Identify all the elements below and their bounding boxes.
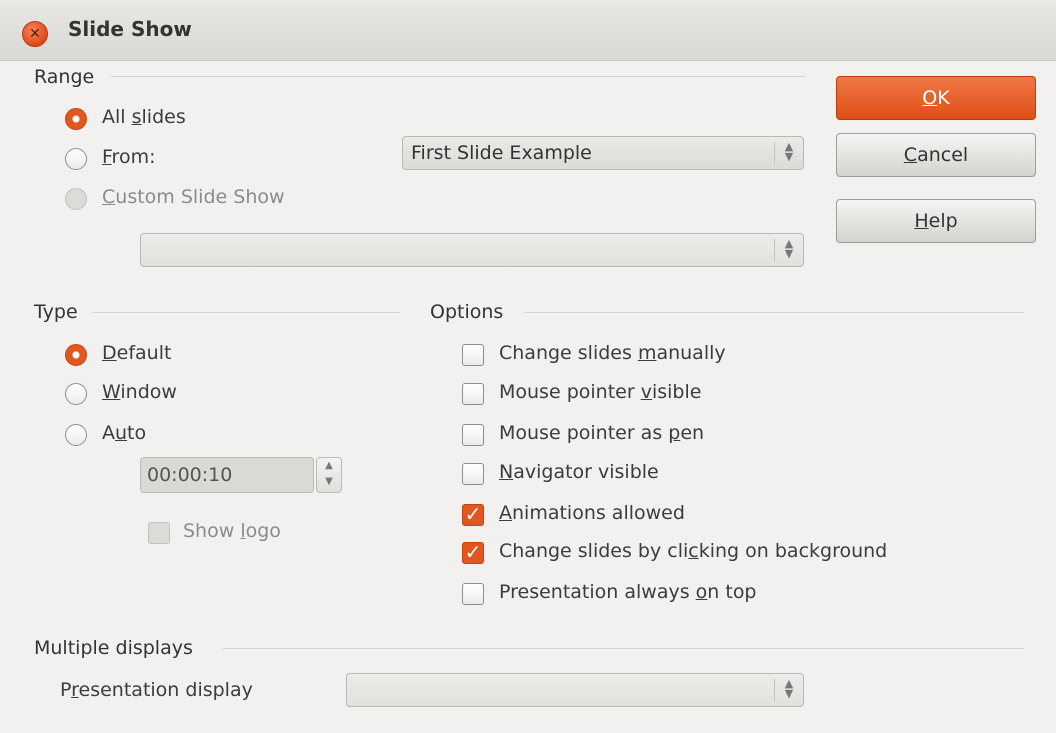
auto-radio[interactable] [65,424,87,446]
window-label[interactable]: Window [102,381,177,403]
presentation-display-select[interactable]: ▲ ▼ [346,673,804,707]
custom-slide-show-radio[interactable] [65,188,87,210]
auto-label[interactable]: Auto [102,422,146,444]
spin-arrows-icon: ▲ ▼ [774,678,803,701]
change-slides-by-clicking-label[interactable]: Change slides by clicking on background [499,540,887,562]
animations-allowed-label[interactable]: Animations allowed [499,502,685,524]
presentation-display-label: Presentation display [60,679,253,701]
show-logo-label[interactable]: Show logo [183,520,281,542]
pause-duration-spin-button[interactable]: ▲ ▼ [316,457,342,493]
spin-arrows-icon: ▲ ▼ [774,238,803,261]
navigator-visible-checkbox[interactable] [462,463,484,485]
custom-slide-show-select[interactable]: ▲ ▼ [140,233,804,267]
mouse-pointer-visible-label[interactable]: Mouse pointer visible [499,381,701,403]
type-separator [92,312,400,313]
options-separator [524,312,1024,313]
window-radio[interactable] [65,383,87,405]
mouse-pointer-visible-checkbox[interactable] [462,383,484,405]
from-label[interactable]: From: [102,146,155,168]
multiple-displays-heading: Multiple displays [34,637,193,659]
help-button[interactable]: Help [836,199,1036,243]
change-slides-manually-label[interactable]: Change slides manually [499,342,726,364]
cancel-button[interactable]: Cancel [836,133,1036,177]
all-slides-label[interactable]: All slides [102,106,186,128]
default-label[interactable]: Default [102,342,171,364]
change-slides-manually-checkbox[interactable] [462,344,484,366]
range-separator [110,76,805,77]
default-radio[interactable] [65,344,87,366]
title-bar: ✕ Slide Show [0,0,1056,61]
ok-button[interactable]: OK [836,76,1036,120]
all-slides-radio[interactable] [65,108,87,130]
multiple-displays-separator [222,648,1024,649]
navigator-visible-label[interactable]: Navigator visible [499,461,659,483]
mouse-pointer-as-pen-checkbox[interactable] [462,424,484,446]
type-heading: Type [34,301,78,323]
show-logo-checkbox[interactable] [148,522,170,544]
custom-slide-show-label[interactable]: Custom Slide Show [102,186,285,208]
spin-arrows-icon: ▲ ▼ [774,141,803,164]
dialog-body: Range All slides From: First Slide Examp… [0,60,1056,733]
range-heading: Range [34,66,95,88]
options-heading: Options [430,301,504,323]
from-slide-value: First Slide Example [411,142,592,164]
from-radio[interactable] [65,148,87,170]
pause-duration-field[interactable]: 00:00:10 [140,457,314,493]
animations-allowed-checkbox[interactable]: ✓ [462,504,484,526]
close-icon[interactable]: ✕ [22,21,48,47]
change-slides-by-clicking-checkbox[interactable]: ✓ [462,542,484,564]
window-title: Slide Show [68,17,192,41]
mouse-pointer-as-pen-label[interactable]: Mouse pointer as pen [499,422,704,444]
presentation-always-on-top-checkbox[interactable] [462,583,484,605]
presentation-always-on-top-label[interactable]: Presentation always on top [499,581,757,603]
from-slide-select[interactable]: First Slide Example ▲ ▼ [402,136,804,170]
